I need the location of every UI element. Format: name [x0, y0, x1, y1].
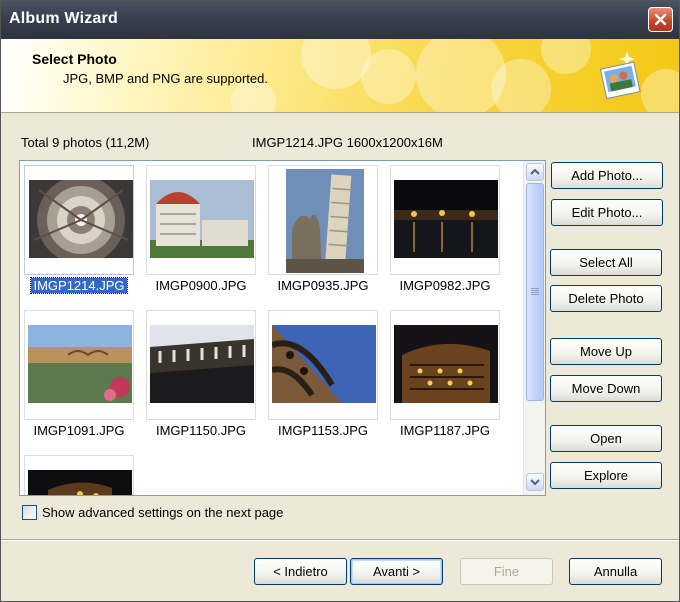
photo-image — [28, 325, 132, 403]
vertical-scrollbar[interactable] — [523, 161, 545, 495]
advanced-settings-label[interactable]: Show advanced settings on the next page — [42, 505, 283, 520]
photo-thumbnail — [390, 310, 500, 420]
photo-thumbnail — [24, 455, 134, 495]
photo-list[interactable]: IMGP1214.JPG IMGP0900.JPG IMGP0935.JPG I… — [19, 160, 546, 496]
photo-filename: IMGP1091.JPG — [33, 423, 125, 438]
photo-album-icon — [599, 51, 641, 100]
scroll-up-button[interactable] — [526, 163, 544, 181]
photo-thumbnail — [24, 310, 134, 420]
cancel-button[interactable]: Annulla — [569, 558, 662, 585]
photo-image — [28, 470, 132, 495]
window-title: Album Wizard — [9, 10, 118, 27]
selected-photo-details: IMGP1214.JPG 1600x1200x16M — [252, 135, 443, 150]
photo-filename: IMGP0935.JPG — [277, 278, 369, 293]
edit-photo-button[interactable]: Edit Photo... — [551, 199, 663, 226]
photo-image — [150, 325, 254, 403]
photo-image — [272, 325, 376, 403]
album-wizard-window: Album Wizard Select Photo JPG, BMP and P… — [0, 0, 680, 602]
wizard-header: Select Photo JPG, BMP and PNG are suppor… — [1, 39, 679, 113]
scroll-thumb[interactable] — [526, 183, 544, 401]
move-up-button[interactable]: Move Up — [550, 338, 662, 365]
close-icon — [654, 13, 667, 26]
photo-thumbnail — [146, 310, 256, 420]
header-title: Select Photo — [32, 51, 117, 67]
photo-thumbnail — [268, 310, 378, 420]
move-down-button[interactable]: Move Down — [550, 375, 662, 402]
scroll-down-button[interactable] — [526, 473, 544, 491]
delete-photo-button[interactable]: Delete Photo — [550, 285, 662, 312]
chevron-down-icon — [530, 479, 540, 486]
photo-image — [286, 169, 364, 273]
finish-button[interactable]: Fine — [460, 558, 553, 585]
close-button[interactable] — [648, 7, 673, 32]
explore-button[interactable]: Explore — [550, 462, 662, 489]
title-bar[interactable]: Album Wizard — [1, 1, 679, 39]
photo-filename: IMGP1150.JPG — [155, 423, 247, 438]
photo-thumbnail — [390, 165, 500, 275]
photo-filename: IMGP0982.JPG — [399, 278, 491, 293]
add-photo-button[interactable]: Add Photo... — [551, 162, 663, 189]
back-button[interactable]: < Indietro — [254, 558, 347, 585]
photo-image — [150, 180, 254, 258]
photo-thumbnail — [146, 165, 256, 275]
header-subtitle: JPG, BMP and PNG are supported. — [63, 71, 268, 86]
open-button[interactable]: Open — [550, 425, 662, 452]
photo-count: Total 9 photos (11,2M) — [21, 135, 150, 150]
photo-thumbnail — [268, 165, 378, 275]
photo-image — [29, 180, 133, 258]
photo-filename: IMGP1153.JPG — [277, 423, 369, 438]
photo-image — [394, 325, 498, 403]
select-all-button[interactable]: Select All — [550, 249, 662, 276]
next-button[interactable]: Avanti > — [350, 558, 443, 585]
photo-filename: IMGP1187.JPG — [399, 423, 491, 438]
advanced-settings-checkbox[interactable] — [22, 505, 37, 520]
photo-thumbnail — [24, 165, 134, 275]
chevron-up-icon — [530, 168, 540, 175]
footer-separator — [1, 539, 679, 541]
photo-filename: IMGP0900.JPG — [155, 278, 247, 293]
photo-filename: IMGP1214.JPG — [30, 277, 128, 294]
photo-image — [394, 180, 498, 258]
